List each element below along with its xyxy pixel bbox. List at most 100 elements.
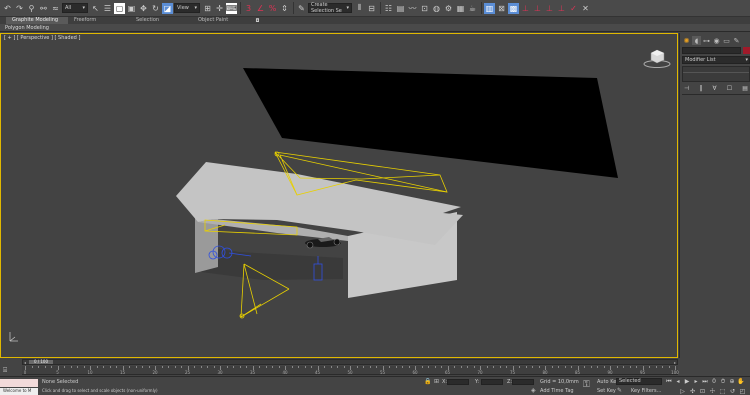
zoom-region-icon[interactable]: ◰ bbox=[738, 388, 747, 395]
zoom-extents-icon[interactable]: ⊡ bbox=[698, 388, 707, 395]
track-bar[interactable]: 0 5 10 15 20 25 30 35 40 45 50 55 60 65 70 75 80 85 90 95 10… bbox=[22, 366, 679, 375]
material-editor-icon[interactable]: ◍ bbox=[431, 3, 442, 14]
create-tab-icon[interactable]: ✺ bbox=[682, 36, 691, 45]
tab-selection[interactable]: Selection bbox=[130, 17, 192, 24]
pivot-center-icon[interactable]: ⊞ bbox=[202, 3, 213, 14]
polygon-modeling-panel-label[interactable]: Polygon Modeling bbox=[5, 25, 49, 31]
align-icon[interactable]: ⊟ bbox=[366, 3, 377, 14]
ribbon-toggle-icon[interactable]: ◘ bbox=[254, 18, 261, 24]
rendered-frame-window-icon[interactable]: ▦ bbox=[455, 3, 466, 14]
previous-frame-icon[interactable]: ◂ bbox=[674, 378, 682, 385]
spinner-snap-icon[interactable]: ⇕ bbox=[279, 3, 290, 14]
set-key-icon[interactable]: ⚿ bbox=[583, 380, 590, 390]
link-icon[interactable]: ⚲ bbox=[26, 3, 37, 14]
select-by-name-icon[interactable]: ☰ bbox=[102, 3, 113, 14]
named-selection-dropdown[interactable]: Create Selection Se ▾ bbox=[308, 2, 352, 14]
set-key-button[interactable]: Set Key bbox=[597, 388, 616, 394]
selection-filter-dropdown[interactable]: All ▾ bbox=[62, 3, 88, 13]
constraint-xz-icon[interactable]: ✓ bbox=[568, 3, 579, 14]
pin-stack-icon[interactable]: ⊣ bbox=[684, 85, 689, 92]
render-setup-icon[interactable]: ⚙ bbox=[443, 3, 454, 14]
key-filters-button[interactable]: Key Filters... bbox=[631, 388, 661, 394]
show-end-result-icon[interactable]: ‖ bbox=[699, 85, 702, 92]
mirror-icon[interactable]: ⫴ bbox=[354, 3, 365, 14]
constraint-yz-icon[interactable]: ✕ bbox=[580, 3, 591, 14]
window-crossing-icon[interactable]: ▣ bbox=[126, 3, 137, 14]
motion-tab-icon[interactable]: ◉ bbox=[712, 36, 721, 45]
modifier-stack[interactable] bbox=[682, 66, 750, 82]
selection-lock-icon[interactable]: ⊠ bbox=[496, 3, 507, 14]
make-unique-icon[interactable]: ∀ bbox=[713, 85, 717, 92]
object-color-swatch[interactable] bbox=[743, 47, 750, 54]
selection-set-dropdown[interactable]: Selected bbox=[616, 378, 662, 385]
snaps-toggle-icon[interactable]: 3 bbox=[243, 3, 254, 14]
schematic-view-icon[interactable]: ⊡ bbox=[419, 3, 430, 14]
next-frame-icon[interactable]: ▸ bbox=[692, 378, 700, 385]
time-slider[interactable]: ◂ 0 / 100 ▸ bbox=[22, 359, 678, 365]
bind-space-warp-icon[interactable]: ≈ bbox=[50, 3, 61, 14]
field-of-view-icon[interactable]: ▷ bbox=[678, 388, 687, 395]
absolute-mode-icon[interactable]: ⊞ bbox=[434, 378, 439, 385]
maximize-viewport-icon[interactable]: ⬚ bbox=[718, 388, 727, 395]
angle-snap-icon[interactable]: ∠ bbox=[255, 3, 266, 14]
select-scale-icon[interactable]: ◪ bbox=[162, 2, 173, 14]
configure-modifier-sets-icon[interactable]: ▤ bbox=[742, 85, 748, 92]
default-in-out-tangent-icon[interactable]: ✎ bbox=[617, 387, 622, 394]
mini-curve-editor-icon[interactable]: ⌸ bbox=[3, 366, 13, 374]
constraint-z-icon[interactable]: ⊥ bbox=[544, 3, 555, 14]
y-coordinate-field[interactable] bbox=[481, 379, 503, 385]
select-manipulate-icon[interactable]: ✛ bbox=[214, 3, 225, 14]
curve-editor-icon[interactable]: 〰 bbox=[407, 3, 418, 14]
play-icon[interactable]: ▶ bbox=[683, 378, 691, 385]
pan-view-icon[interactable]: ✋ bbox=[737, 378, 745, 385]
unlink-icon[interactable]: ⚯ bbox=[38, 3, 49, 14]
modify-tab-icon[interactable]: ◖ bbox=[692, 36, 701, 45]
selection-lock-toggle-icon[interactable]: 🔒 bbox=[424, 378, 431, 385]
layer-manager-icon[interactable]: ☷ bbox=[383, 3, 394, 14]
object-name-field[interactable] bbox=[682, 47, 741, 54]
edit-named-selection-icon[interactable]: ✎ bbox=[296, 3, 307, 14]
tab-graphite-modeling-tools[interactable]: Graphite Modeling Tools bbox=[6, 17, 68, 30]
scene-canvas[interactable] bbox=[1, 34, 678, 358]
constraint-xy-icon[interactable]: ⊥ bbox=[556, 3, 567, 14]
select-rotate-icon[interactable]: ↻ bbox=[150, 3, 161, 14]
tab-freeform[interactable]: Freeform bbox=[68, 17, 130, 24]
prev-frame-icon[interactable]: ◂ bbox=[24, 360, 26, 365]
time-tag-icon[interactable]: ◈ bbox=[531, 387, 536, 394]
rectangular-selection-icon[interactable]: ▢ bbox=[114, 2, 125, 14]
reference-coordinate-dropdown[interactable]: View ▾ bbox=[174, 3, 200, 13]
perspective-viewport[interactable]: [ + ] [ Perspective ] [ Shaded ] bbox=[0, 33, 678, 358]
hierarchy-tab-icon[interactable]: ⊶ bbox=[702, 36, 711, 45]
constraint-y-icon[interactable]: ⊥ bbox=[532, 3, 543, 14]
constraint-x-icon[interactable]: ⊥ bbox=[520, 3, 531, 14]
time-slider-thumb[interactable]: 0 / 100 bbox=[29, 360, 53, 364]
scene-explorer-icon[interactable]: ▥ bbox=[484, 2, 495, 14]
graphite-tools-icon[interactable]: ▤ bbox=[395, 3, 406, 14]
render-production-icon[interactable]: ☕ bbox=[467, 3, 478, 14]
percent-snap-icon[interactable]: % bbox=[267, 3, 278, 14]
quick-render-icon[interactable]: ▩ bbox=[508, 2, 519, 14]
tab-object-paint[interactable]: Object Paint bbox=[192, 17, 254, 24]
maxscript-listener-field[interactable] bbox=[0, 379, 38, 387]
modifier-list-dropdown[interactable]: Modifier List ▾ bbox=[682, 56, 750, 64]
orbit-icon[interactable]: ✣ bbox=[688, 388, 697, 395]
time-configuration-icon[interactable]: ⏱ bbox=[719, 378, 727, 385]
go-to-start-icon[interactable]: ⏮ bbox=[665, 378, 673, 385]
x-coordinate-field[interactable] bbox=[447, 379, 469, 385]
z-coordinate-field[interactable] bbox=[512, 379, 534, 385]
display-tab-icon[interactable]: ▭ bbox=[722, 36, 731, 45]
select-object-icon[interactable]: ↖ bbox=[90, 3, 101, 14]
current-frame-field[interactable]: 0 bbox=[710, 378, 718, 385]
remove-modifier-icon[interactable]: ☐ bbox=[727, 85, 732, 92]
zoom-icon[interactable]: ⊕ bbox=[728, 378, 736, 385]
next-frame-icon[interactable]: ▸ bbox=[674, 360, 676, 365]
keyboard-shortcut-override-icon[interactable]: ⌨ bbox=[226, 2, 237, 14]
go-to-end-icon[interactable]: ⏭ bbox=[701, 378, 709, 385]
select-move-icon[interactable]: ✥ bbox=[138, 3, 149, 14]
arc-rotate-icon[interactable]: ↺ bbox=[728, 388, 737, 395]
utilities-tab-icon[interactable]: ✎ bbox=[732, 36, 741, 45]
walk-through-icon[interactable]: ☩ bbox=[708, 388, 717, 395]
redo-icon[interactable]: ↷ bbox=[14, 3, 25, 14]
viewcube[interactable] bbox=[642, 47, 672, 69]
undo-icon[interactable]: ↶ bbox=[2, 3, 13, 14]
